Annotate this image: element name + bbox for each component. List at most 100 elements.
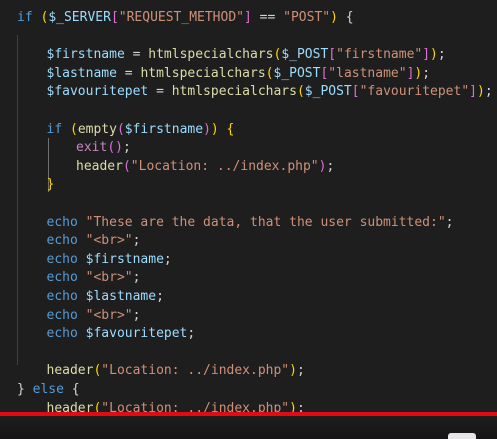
code-token: ) [289, 363, 297, 379]
code-token: { [71, 382, 80, 397]
code-token: ; [422, 65, 431, 81]
code-token: "Location: ../index.php" [130, 158, 319, 174]
code-token: [ [110, 10, 119, 25]
code-line[interactable]: } else { [17, 381, 80, 400]
code-line[interactable]: echo $favouritepet; [47, 325, 196, 344]
code-line[interactable]: echo $firstname; [47, 251, 172, 270]
code-token: ; [132, 270, 141, 286]
code-token: ; [445, 214, 454, 230]
code-token: empty [77, 121, 117, 137]
code-token: if [17, 10, 41, 25]
code-token: $_SERVER [48, 10, 111, 25]
code-token: ; [156, 289, 164, 304]
code-token: ( [116, 121, 125, 137]
code-token: ] [244, 10, 252, 25]
code-line[interactable]: if ($_SERVER["REQUEST_METHOD"] == "POST"… [17, 9, 354, 28]
code-token: = [148, 84, 172, 100]
code-token: echo [46, 307, 86, 323]
code-token: "<br>" [85, 233, 133, 249]
code-token: "<br>" [85, 270, 133, 286]
code-token: ; [132, 307, 141, 323]
code-line[interactable]: $firstname = htmlspecialchars($_POST["fi… [47, 46, 446, 65]
code-line[interactable]: $favouritepet = htmlspecialchars($_POST[… [47, 83, 493, 102]
code-token: ) [203, 121, 211, 137]
code-token: ; [484, 84, 493, 100]
code-token: "Location: ../index.php" [101, 363, 290, 379]
code-token: ; [163, 251, 172, 267]
code-token: $lastname [85, 289, 157, 304]
code-token: htmlspecialchars [140, 65, 266, 81]
code-token: $firstname [46, 47, 125, 63]
code-token: ; [326, 158, 335, 174]
code-token: ; [437, 47, 446, 63]
code-line[interactable]: header("Location: ../index.php"); [76, 158, 334, 177]
code-token: ( [265, 65, 274, 81]
code-token: ; [132, 233, 141, 249]
code-token: $_POST [273, 65, 321, 81]
code-line[interactable]: echo $lastname; [47, 288, 164, 307]
code-token: else [24, 382, 72, 397]
code-token: $firstname [85, 251, 164, 267]
code-token: ) [430, 47, 438, 63]
code-token: "These are the data, that the user submi… [85, 214, 446, 230]
code-line[interactable]: } [47, 176, 55, 195]
player-settings-icon[interactable] [448, 433, 476, 439]
code-token: ) [210, 121, 219, 137]
code-line[interactable]: if (empty($firstname)) { [47, 121, 235, 140]
code-token: "lastname" [328, 65, 407, 81]
code-token: echo [46, 251, 86, 267]
code-token: echo [46, 289, 86, 304]
code-token: header [76, 158, 123, 174]
code-line[interactable]: exit(); [76, 139, 131, 158]
code-token: $favouritepet [46, 84, 149, 100]
code-token: ; [296, 363, 305, 379]
code-token: ( [122, 158, 131, 174]
code-token: = [116, 65, 141, 81]
code-token: $_POST [304, 84, 352, 100]
code-token: } [46, 177, 55, 193]
indent-guide-outer [17, 35, 18, 365]
code-token: == [251, 10, 284, 25]
code-token: "<br>" [85, 307, 133, 323]
code-editor[interactable]: if ($_SERVER["REQUEST_METHOD"] == "POST"… [0, 0, 497, 439]
code-token: echo [46, 214, 86, 230]
code-token: } [17, 382, 25, 397]
code-token: { [226, 121, 235, 137]
code-line[interactable]: echo "<br>"; [47, 269, 141, 288]
code-line[interactable]: header("Location: ../index.php"); [47, 362, 305, 381]
code-token: "firstname" [336, 47, 423, 63]
code-token: ( [296, 84, 305, 100]
code-token: htmlspecialchars [171, 84, 297, 100]
code-token: () [107, 140, 123, 156]
code-token: exit [76, 140, 108, 156]
code-token: echo [46, 233, 86, 249]
code-token: "REQUEST_METHOD" [118, 10, 244, 25]
code-token: ( [69, 121, 78, 137]
code-token: "favouritepet" [359, 84, 470, 100]
code-token: ; [122, 140, 131, 156]
code-token: ; [187, 326, 196, 342]
code-token: $lastname [46, 65, 117, 81]
code-token: [ [328, 47, 337, 63]
code-line[interactable]: echo "<br>"; [47, 307, 141, 326]
code-token: [ [351, 84, 360, 100]
code-token: $_POST [281, 47, 329, 63]
code-token: = [124, 47, 149, 63]
code-token: $favouritepet [85, 326, 188, 342]
code-token: if [46, 121, 70, 137]
code-token: ) [330, 10, 338, 25]
code-token: ] [469, 84, 477, 100]
code-token: echo [46, 270, 86, 286]
code-token: { [337, 10, 354, 25]
code-token: "POST" [283, 10, 331, 25]
code-token: ) [477, 84, 485, 100]
code-token: $firstname [124, 121, 204, 137]
code-token: echo [46, 326, 86, 342]
code-line[interactable]: $lastname = htmlspecialchars($_POST["las… [47, 65, 431, 84]
code-token: htmlspecialchars [148, 47, 274, 63]
code-line[interactable]: echo "<br>"; [47, 232, 141, 251]
code-line[interactable]: echo "These are the data, that the user … [47, 214, 454, 233]
code-token: ] [422, 47, 431, 63]
player-controls-area [0, 416, 497, 439]
